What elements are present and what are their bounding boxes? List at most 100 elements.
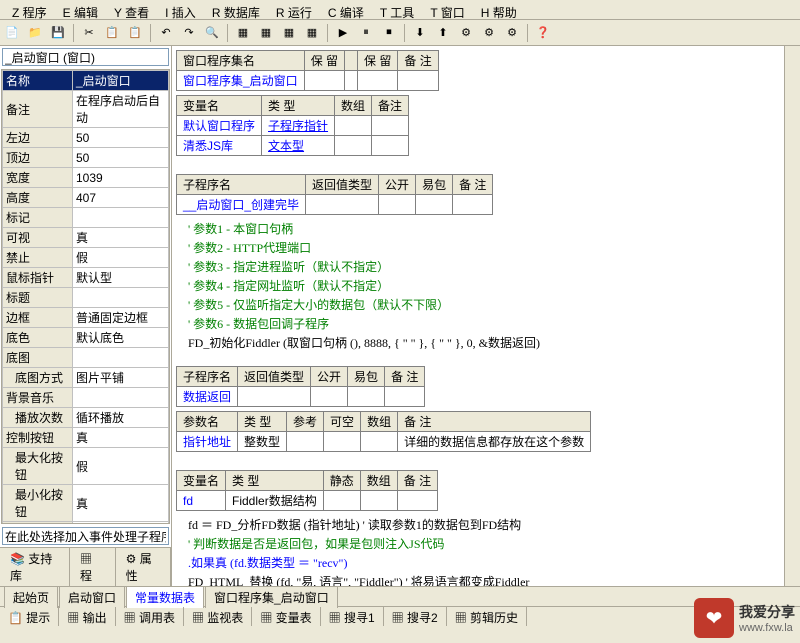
prop-value[interactable] [73,288,169,308]
status-tab[interactable]: ▦ 变量表 [252,607,320,626]
toolbar-button[interactable]: 📁 [25,23,45,43]
toolbar-button[interactable]: ⬇ [410,23,430,43]
toolbar-button[interactable]: ▶ [333,23,353,43]
menu-item[interactable]: H 帮助 [473,2,525,17]
toolbar-button[interactable]: 🔍 [202,23,222,43]
vertical-scrollbar[interactable] [784,46,800,586]
object-selector[interactable] [2,48,169,66]
toolbar-button[interactable]: ⏹ [379,23,399,43]
toolbar-button[interactable]: ↶ [156,23,176,43]
watermark-name: 我爱分享 [739,602,795,622]
watermark-logo: ❤ [694,598,734,638]
editor-tab[interactable]: 窗口程序集_启动窗口 [205,586,338,608]
toolbar-button[interactable]: ⬆ [433,23,453,43]
prop-value[interactable]: 循环播放 [73,408,169,428]
property-grid[interactable]: 名称_启动窗口备注在程序启动后自动左边50顶边50宽度1039高度407标记可视… [1,69,170,524]
left-tab[interactable]: ▦ 程 [70,548,116,586]
prop-value[interactable]: 普通固定边框 [73,308,169,328]
watermark: ❤ 我爱分享 www.fxw.la [694,598,795,638]
status-tab[interactable]: ▦ 调用表 [116,607,184,626]
status-tab[interactable]: ▦ 搜寻2 [384,607,447,626]
prop-value[interactable]: _启动窗口 [73,71,169,91]
prop-key: 底图 [3,348,73,368]
editor-tab[interactable]: 常量数据表 [126,586,204,608]
toolbar-button[interactable]: ▦ [279,23,299,43]
prop-value[interactable]: 在程序启动后自动 [73,91,169,128]
toolbar: 📄📁💾✂📋📋↶↷🔍▦▦▦▦▶⏸⏹⬇⬆⚙⚙⚙❓ [0,20,800,46]
prop-key: 左边 [3,128,73,148]
status-tab[interactable]: 📋 提示 [0,607,59,626]
prop-key: 最小化按钮 [3,485,73,522]
prop-key: 可视 [3,228,73,248]
menu-item[interactable]: T 工具 [372,2,422,17]
prop-key: 名称 [3,71,73,91]
prop-value[interactable] [73,348,169,368]
status-tab[interactable]: ▦ 输出 [59,607,115,626]
toolbar-button[interactable]: 💾 [48,23,68,43]
left-tab[interactable]: ⚙ 属性 [116,548,171,586]
toolbar-button[interactable]: 📋 [102,23,122,43]
prop-value[interactable]: 真 [73,228,169,248]
menu-item[interactable]: Y 查看 [106,2,157,17]
prop-key: 背景音乐 [3,388,73,408]
prop-value[interactable] [73,388,169,408]
editor-tab[interactable]: 启动窗口 [59,586,125,608]
prop-key: 底色 [3,328,73,348]
code-editor[interactable]: 窗口程序集名保 留保 留备 注窗口程序集_启动窗口变量名类 型数组备注默认窗口程… [172,46,784,586]
menu-item[interactable]: T 窗口 [422,2,472,17]
prop-key: 底图方式 [3,368,73,388]
toolbar-button[interactable]: 📄 [2,23,22,43]
prop-value[interactable]: 真 [73,485,169,522]
prop-key: 标题 [3,288,73,308]
status-tab[interactable]: ▦ 搜寻1 [321,607,384,626]
prop-value[interactable]: 407 [73,188,169,208]
toolbar-button[interactable]: ▦ [256,23,276,43]
prop-key: 最大化按钮 [3,448,73,485]
prop-value[interactable]: 真 [73,428,169,448]
prop-value[interactable]: 默认底色 [73,328,169,348]
toolbar-button[interactable]: ⚙ [502,23,522,43]
prop-key: 备注 [3,91,73,128]
prop-value[interactable]: 1039 [73,168,169,188]
prop-key: 标记 [3,208,73,228]
prop-value[interactable]: 50 [73,148,169,168]
left-panel: 名称_启动窗口备注在程序启动后自动左边50顶边50宽度1039高度407标记可视… [0,46,172,586]
status-tab[interactable]: ▦ 监视表 [184,607,252,626]
menu-item[interactable]: R 数据库 [204,2,268,17]
event-selector[interactable] [2,527,169,545]
toolbar-button[interactable]: ▦ [233,23,253,43]
editor-tabs: 起始页启动窗口常量数据表窗口程序集_启动窗口 [0,586,800,606]
prop-value[interactable]: 假 [73,448,169,485]
status-tab[interactable]: ▦ 剪辑历史 [447,607,527,626]
prop-key: 控制按钮 [3,428,73,448]
toolbar-button[interactable]: 📋 [125,23,145,43]
menu-item[interactable]: R 运行 [268,2,320,17]
left-tab-strip: 📚 支持库▦ 程⚙ 属性 [0,547,171,586]
prop-value[interactable]: 屏中 [73,522,169,525]
prop-key: 位置 [3,522,73,525]
toolbar-button[interactable]: ⚙ [479,23,499,43]
toolbar-button[interactable]: ▦ [302,23,322,43]
menu-item[interactable]: E 编辑 [55,2,106,17]
prop-key: 边框 [3,308,73,328]
prop-key: 顶边 [3,148,73,168]
toolbar-button[interactable]: ↷ [179,23,199,43]
left-tab[interactable]: 📚 支持库 [0,548,70,586]
prop-value[interactable]: 默认型 [73,268,169,288]
menu-item[interactable]: I 插入 [157,2,204,17]
menubar: Z 程序E 编辑Y 查看I 插入R 数据库R 运行C 编译T 工具T 窗口H 帮… [0,0,800,20]
toolbar-button[interactable]: ⚙ [456,23,476,43]
prop-key: 宽度 [3,168,73,188]
menu-item[interactable]: Z 程序 [4,2,55,17]
editor-tab[interactable]: 起始页 [4,586,58,608]
toolbar-button[interactable]: ⏸ [356,23,376,43]
toolbar-button[interactable]: ✂ [79,23,99,43]
prop-value[interactable]: 图片平铺 [73,368,169,388]
prop-key: 高度 [3,188,73,208]
prop-value[interactable]: 50 [73,128,169,148]
toolbar-button[interactable]: ❓ [533,23,553,43]
menu-item[interactable]: C 编译 [320,2,372,17]
prop-value[interactable]: 假 [73,248,169,268]
prop-value[interactable] [73,208,169,228]
prop-key: 播放次数 [3,408,73,428]
